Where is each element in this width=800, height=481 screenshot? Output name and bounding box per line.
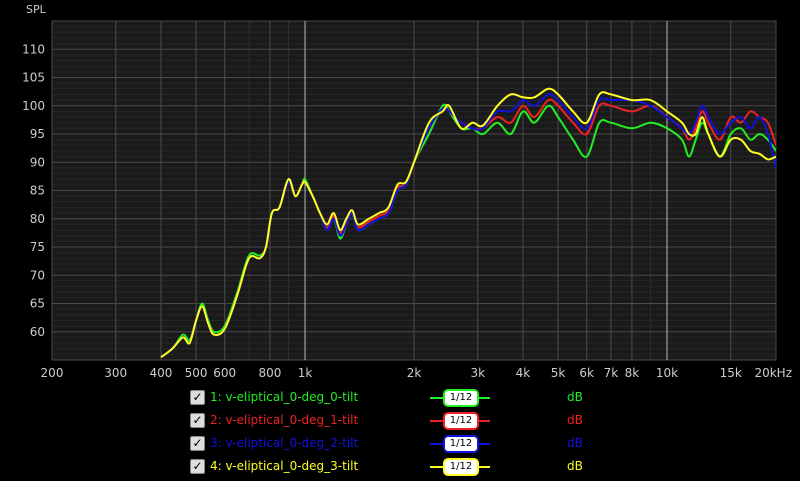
- x-tick-label: 5k: [551, 366, 566, 380]
- y-tick-label: 110: [22, 42, 45, 56]
- y-tick-label: 65: [30, 297, 45, 311]
- series-visibility-checkbox[interactable]: ✓: [190, 390, 205, 405]
- legend-series-name[interactable]: 3: v-eliptical_0-deg_2-tilt: [210, 435, 358, 451]
- y-tick-label: 105: [22, 71, 45, 85]
- legend-series-name[interactable]: 4: v-eliptical_0-deg_3-tilt: [210, 458, 358, 474]
- x-tick-label: 6k: [579, 366, 594, 380]
- series-visibility-checkbox[interactable]: ✓: [190, 413, 205, 428]
- legend-row-4: ✓ 4: v-eliptical_0-deg_3-tilt 1/12 dB: [190, 458, 590, 476]
- smoothing-button[interactable]: 1/12: [443, 412, 479, 430]
- x-tick-label: 1k: [298, 366, 313, 380]
- x-tick-label: 400: [150, 366, 173, 380]
- smoothing-button[interactable]: 1/12: [443, 435, 479, 453]
- x-tick-label: 7k: [604, 366, 619, 380]
- x-tick-label: 200: [41, 366, 64, 380]
- y-tick-label: 75: [30, 240, 45, 254]
- y-tick-label: 90: [30, 155, 45, 169]
- legend-unit: dB: [567, 436, 583, 450]
- y-tick-label: 70: [30, 268, 45, 282]
- series-visibility-checkbox[interactable]: ✓: [190, 459, 205, 474]
- spl-frequency-chart: 200 300 400 500 600 800 1k 2k 3k 4k 5k 6k 7k 8k 10k 15k…: [0, 0, 800, 390]
- legend-row-1: ✓ 1: v-eliptical_0-deg_0-tilt 1/12 dB: [190, 389, 590, 407]
- legend-row-3: ✓ 3: v-eliptical_0-deg_2-tilt 1/12 dB: [190, 435, 590, 453]
- legend-unit: dB: [567, 390, 583, 404]
- grid: [51, 20, 777, 361]
- y-tick-label: 80: [30, 212, 45, 226]
- legend-series-name[interactable]: 1: v-eliptical_0-deg_0-tilt: [210, 389, 358, 405]
- y-tick-label: 95: [30, 127, 45, 141]
- legend-unit: dB: [567, 413, 583, 427]
- x-tick-label: 600: [213, 366, 236, 380]
- legend-series-name[interactable]: 2: v-eliptical_0-deg_1-tilt: [210, 412, 358, 428]
- series-visibility-checkbox[interactable]: ✓: [190, 436, 205, 451]
- smoothing-button[interactable]: 1/12: [443, 458, 479, 476]
- x-tick-label: 15k: [720, 366, 742, 380]
- x-tick-label: 10k: [656, 366, 678, 380]
- x-tick-label: 300: [104, 366, 127, 380]
- legend-row-2: ✓ 2: v-eliptical_0-deg_1-tilt 1/12 dB: [190, 412, 590, 430]
- x-tick-label: 20kHz: [754, 366, 792, 380]
- legend-unit: dB: [567, 459, 583, 473]
- x-tick-label: 4k: [516, 366, 531, 380]
- x-tick-label: 500: [185, 366, 208, 380]
- y-tick-label: 100: [22, 99, 45, 113]
- x-tick-label: 2k: [407, 366, 422, 380]
- y-tick-label: 60: [30, 325, 45, 339]
- x-tick-label: 800: [258, 366, 281, 380]
- x-tick-label: 8k: [625, 366, 640, 380]
- x-tick-label: 3k: [470, 366, 485, 380]
- y-axis-label: SPL: [26, 3, 47, 16]
- smoothing-button[interactable]: 1/12: [443, 389, 479, 407]
- y-tick-label: 85: [30, 184, 45, 198]
